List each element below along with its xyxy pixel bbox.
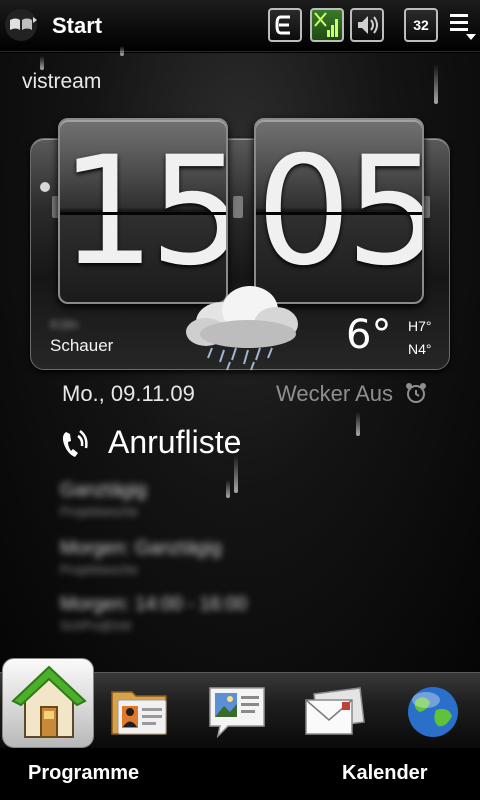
clock-card-split	[60, 212, 226, 215]
tab-home[interactable]	[2, 658, 94, 748]
raindrop-decoration	[356, 412, 360, 436]
raindrop-decoration	[434, 64, 438, 104]
weather-condition[interactable]: Schauer	[50, 336, 113, 356]
internet-globe-icon[interactable]	[398, 676, 468, 746]
clock-minutes-card[interactable]: 05	[254, 118, 424, 304]
phone-call-icon	[62, 430, 88, 457]
home-icon	[11, 665, 87, 738]
windows-logo-icon[interactable]	[4, 8, 38, 42]
battery-level-text: 32	[413, 17, 429, 33]
date-text[interactable]: Mo., 09.11.09	[62, 381, 195, 407]
softkey-calendar[interactable]: Kalender	[342, 762, 428, 785]
start-title[interactable]: Start	[52, 13, 102, 39]
alarm-status[interactable]: Wecker Aus	[276, 381, 393, 407]
volume-icon[interactable]	[350, 8, 384, 42]
list-item-title: Morgen: 14:00 - 16:00	[60, 594, 247, 615]
owner-name: vistream	[22, 70, 102, 93]
menu-icon[interactable]	[446, 12, 478, 42]
list-item[interactable]: Ganztägig Projektwoche	[60, 480, 147, 519]
list-item-title: Morgen: Ganztägig	[60, 538, 222, 559]
clock-card-split	[256, 212, 422, 215]
raindrop-decoration	[120, 46, 124, 56]
weather-city[interactable]: Köln	[50, 316, 78, 332]
mail-icon[interactable]	[300, 676, 370, 746]
list-item-subtitle: Projektwoche	[60, 504, 139, 519]
raindrop-decoration	[226, 480, 230, 498]
clock-hinge-center	[233, 196, 243, 218]
weather-high: H7°	[408, 318, 432, 334]
raindrop-decoration	[40, 56, 44, 70]
softkey-programs[interactable]: Programme	[28, 762, 139, 785]
signal-strength-icon[interactable]	[310, 8, 344, 42]
contacts-icon[interactable]	[104, 676, 174, 746]
photo-message-icon[interactable]	[202, 676, 272, 746]
list-item-title: Ganztägig	[60, 480, 147, 501]
list-item-subtitle: Projektwoche	[60, 562, 139, 577]
weather-temperature[interactable]: 6°	[346, 312, 391, 358]
status-bar: Start 32	[0, 0, 480, 52]
battery-icon[interactable]: 32	[404, 8, 438, 42]
weather-low: N4°	[408, 341, 432, 357]
list-item-subtitle: SchProjEintr	[60, 618, 133, 633]
call-history-title[interactable]: Anrufliste	[108, 424, 241, 461]
clock-hours-card[interactable]: 15	[58, 118, 228, 304]
list-item[interactable]: Morgen: 14:00 - 16:00 SchProjEintr	[60, 594, 247, 633]
clock-frame-dot	[40, 182, 50, 192]
data-connection-e-icon[interactable]	[268, 8, 302, 42]
alarm-clock-icon[interactable]	[404, 381, 428, 405]
rain-cloud-icon[interactable]	[178, 278, 308, 374]
list-item[interactable]: Morgen: Ganztägig Projektwoche	[60, 538, 222, 577]
